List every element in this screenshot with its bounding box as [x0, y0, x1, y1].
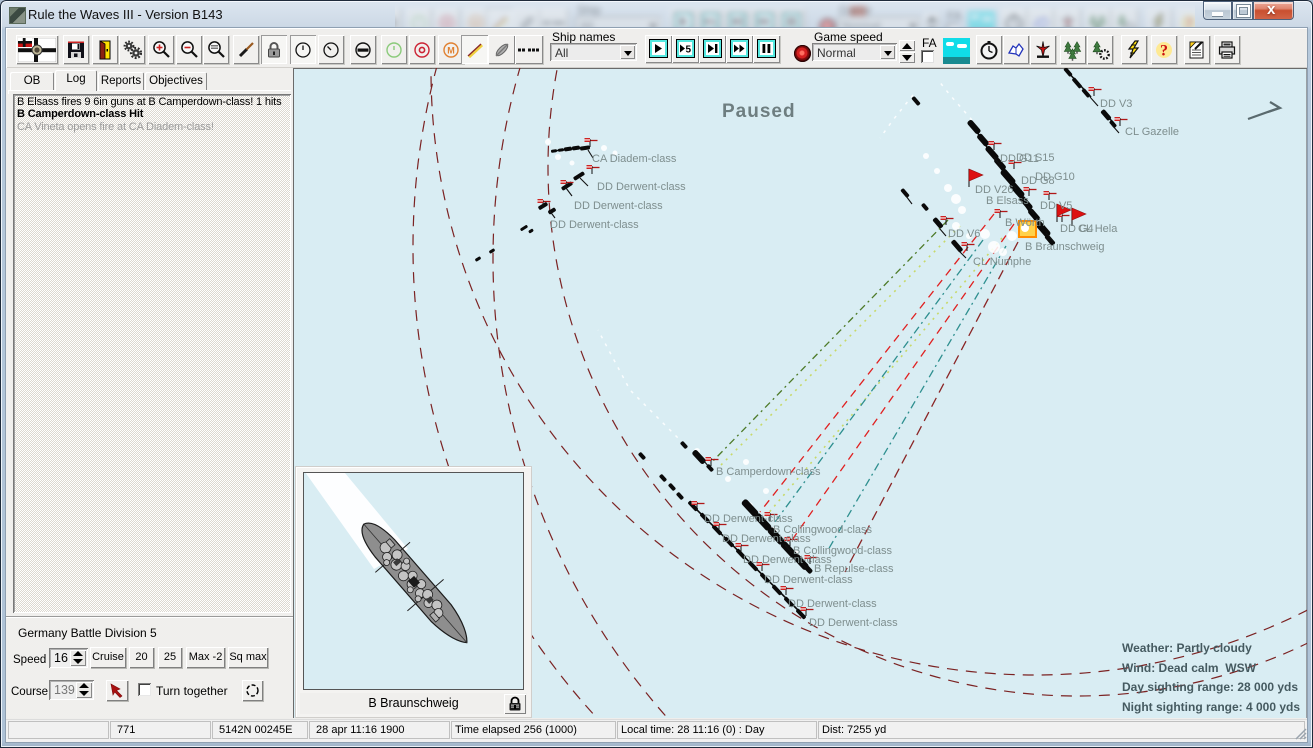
svg-text:DD Derwent-class: DD Derwent-class [764, 574, 853, 586]
svg-text:?: ? [1160, 42, 1168, 59]
svg-text:B Braunschweig: B Braunschweig [1025, 241, 1105, 253]
svg-text:CL Gazelle: CL Gazelle [1125, 126, 1179, 138]
svg-text:Weather: Partly cloudy: Weather: Partly cloudy [1122, 641, 1252, 655]
svg-text:B Camperdown-class: B Camperdown-class [716, 466, 821, 478]
svg-text:DD Derwent-class: DD Derwent-class [788, 598, 877, 610]
svg-text:CL Hela: CL Hela [1078, 223, 1118, 235]
svg-text:CA Diadem-class: CA Diadem-class [592, 153, 677, 165]
svg-text:DD Derwent-class: DD Derwent-class [574, 200, 663, 212]
svg-text:Paused: Paused [722, 101, 796, 122]
svg-text:M: M [472, 18, 480, 27]
svg-text:DD Derwent-class: DD Derwent-class [597, 181, 686, 193]
svg-text:Day sighting range: 28 000 yds: Day sighting range: 28 000 yds [1122, 680, 1298, 694]
svg-text:CL Numphe: CL Numphe [973, 256, 1031, 268]
svg-text:?: ? [1185, 15, 1193, 27]
svg-text:5: 5 [711, 18, 717, 28]
svg-text:B Repulse-class: B Repulse-class [814, 563, 894, 575]
svg-text:B Collingwood-class: B Collingwood-class [793, 545, 893, 557]
svg-text:DD Derwent-class: DD Derwent-class [550, 219, 639, 231]
svg-text:B Elsass: B Elsass [986, 195, 1029, 207]
svg-text:Night sighting range: 4 000 yd: Night sighting range: 4 000 yds [1122, 700, 1300, 714]
svg-text:DD V3: DD V3 [1100, 98, 1132, 110]
svg-text:DD V5: DD V5 [1040, 200, 1072, 212]
svg-text:DD S15: DD S15 [1016, 152, 1055, 164]
svg-text:Wind: Dead calm WSW: Wind: Dead calm WSW [1122, 661, 1257, 675]
svg-text:DD G10: DD G10 [1035, 171, 1075, 183]
svg-text:B Wörth: B Wörth [1005, 217, 1045, 229]
svg-text:DD Derwent-class: DD Derwent-class [809, 617, 898, 629]
svg-text:5: 5 [686, 45, 692, 56]
svg-text:M: M [447, 45, 455, 55]
svg-text:DD V6: DD V6 [948, 228, 980, 240]
svg-text:B Collingwood-class: B Collingwood-class [773, 524, 873, 536]
